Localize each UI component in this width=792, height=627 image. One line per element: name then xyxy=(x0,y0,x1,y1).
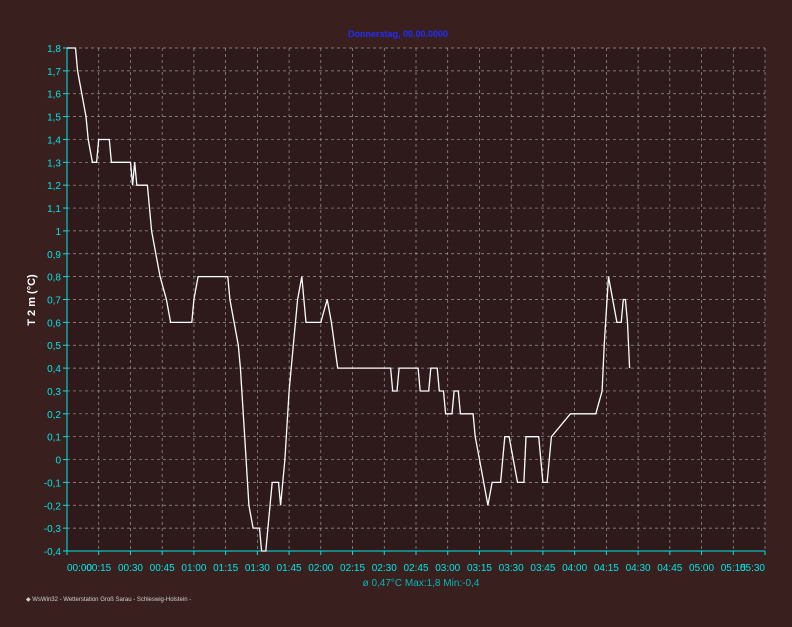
x-tick-label: 04:30 xyxy=(626,563,651,574)
x-tick-label: 00:15 xyxy=(86,563,111,574)
y-tick-label: 1,4 xyxy=(47,135,61,146)
y-tick-label: 0,9 xyxy=(47,250,61,261)
x-tick-label: 01:00 xyxy=(181,563,206,574)
x-tick-label: 02:30 xyxy=(372,563,397,574)
x-tick-label: 02:15 xyxy=(340,563,365,574)
stats-summary: ø 0,47°C Max:1,8 Min:-0,4 xyxy=(363,578,480,589)
x-tick-label: 04:15 xyxy=(594,563,619,574)
y-tick-label: 0,6 xyxy=(47,318,61,329)
temperature-chart: Donnerstag, 00.00.0000 1,8 1,7 1,6 1,5 1,4 1,… xyxy=(0,0,792,627)
x-tick-label: 01:45 xyxy=(277,563,302,574)
x-tick-label: 05:00 xyxy=(689,563,714,574)
x-tick-label: 00:30 xyxy=(118,563,143,574)
y-tick-label: 1,8 xyxy=(47,44,61,55)
y-tick-label: -0,3 xyxy=(44,524,62,535)
y-tick-label: 1,6 xyxy=(47,90,61,101)
y-axis-label: T 2 m (°C) xyxy=(26,274,38,326)
x-tick-label: 00:45 xyxy=(150,563,175,574)
x-tick-label: 04:45 xyxy=(657,563,682,574)
x-tick-label: 03:00 xyxy=(435,563,460,574)
y-tick-label: 1,1 xyxy=(47,204,61,215)
footer-credit: ◆ WsWin32 - Wetterstation Groß Sarau - S… xyxy=(26,597,191,603)
y-tick-label: 0,3 xyxy=(47,387,61,398)
x-tick-label: 03:30 xyxy=(499,563,524,574)
x-tick-label: 05:30 xyxy=(740,563,765,574)
y-tick-label: 1,5 xyxy=(47,113,61,124)
y-tick-label: -0,4 xyxy=(44,547,62,558)
x-tick-label: 01:15 xyxy=(213,563,238,574)
y-tick-label: -0,2 xyxy=(44,501,62,512)
y-tick-label: 0 xyxy=(55,456,61,467)
y-tick-label: 1,2 xyxy=(47,181,61,192)
y-tick-label: 0,5 xyxy=(47,341,61,352)
y-tick-label: 0,8 xyxy=(47,273,61,284)
y-tick-label: 0,1 xyxy=(47,433,61,444)
x-tick-label: 02:00 xyxy=(308,563,333,574)
x-tick-label: 02:45 xyxy=(403,563,428,574)
x-tick-label: 04:00 xyxy=(562,563,587,574)
y-tick-label: 0,4 xyxy=(47,364,61,375)
y-tick-label: 0,7 xyxy=(47,296,61,307)
y-tick-label: 1,7 xyxy=(47,67,61,78)
y-tick-label: -0,1 xyxy=(44,478,62,489)
y-tick-label: 1 xyxy=(55,227,61,238)
y-tick-label: 0,2 xyxy=(47,410,61,421)
x-tick-label: 03:45 xyxy=(530,563,555,574)
chart-title: Donnerstag, 00.00.0000 xyxy=(348,29,448,39)
x-tick-label: 01:30 xyxy=(245,563,270,574)
x-tick-label: 03:15 xyxy=(467,563,492,574)
y-tick-label: 1,3 xyxy=(47,158,61,169)
